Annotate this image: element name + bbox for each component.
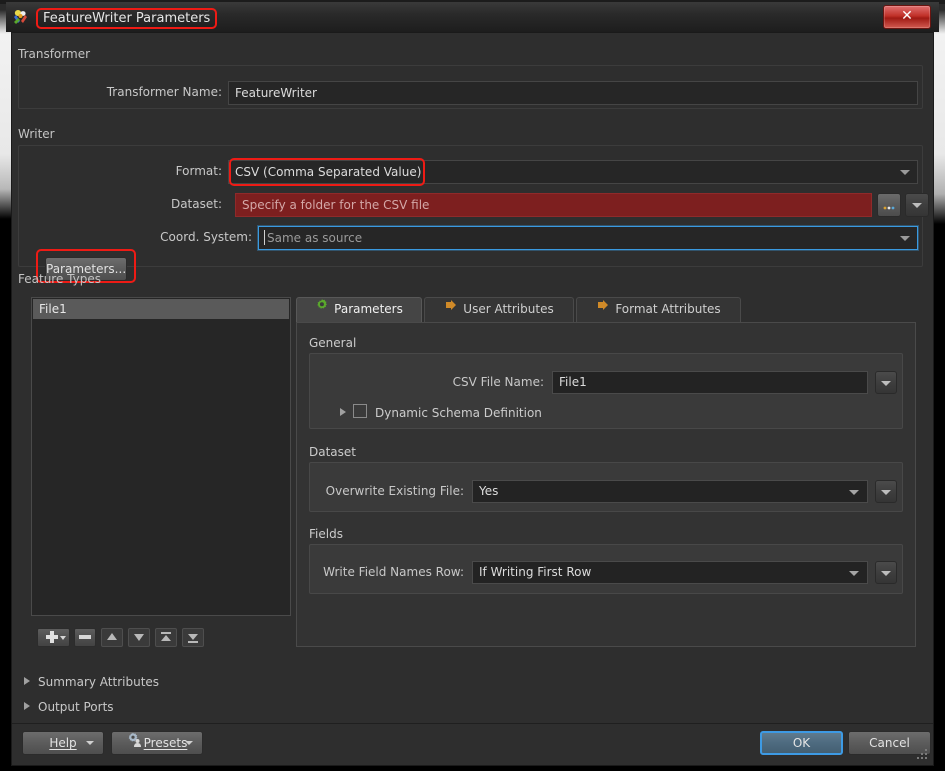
general-section-label: General [309,336,357,350]
csv-file-name-input[interactable]: File1 [552,371,868,394]
csv-file-name-label: CSV File Name: [452,375,544,389]
write-field-names-row-combobox[interactable]: If Writing First Row [472,561,868,584]
tab-strip: Parameters User Attributes Format Attrib… [296,297,916,323]
presets-button[interactable]: Presets [111,731,203,755]
dynamic-schema-label: Dynamic Schema Definition [375,406,542,420]
overwrite-existing-file-combobox[interactable]: Yes [472,480,868,503]
overwrite-existing-file-label: Overwrite Existing File: [325,484,464,498]
chevron-down-icon [900,236,910,241]
coord-system-value: Same as source [267,231,363,245]
format-value-highlight [229,158,425,186]
green-gear-icon [315,297,329,320]
tab-parameters-label: Parameters [334,302,403,316]
ok-button[interactable]: OK [760,731,843,755]
window-frame-bottom [0,766,945,771]
feature-types-list[interactable]: File1 [31,297,291,616]
dataset-browse-button[interactable] [877,193,901,217]
window-frame-right [934,4,945,769]
overwrite-existing-file-dropdown-button[interactable] [875,480,897,503]
writer-group-label: Writer [18,127,55,141]
dialog-body: Transformer Transformer Name: FeatureWri… [11,32,934,766]
remove-feature-type-button[interactable] [74,628,96,647]
dynamic-schema-checkbox[interactable] [353,404,367,418]
move-up-button[interactable] [101,628,123,647]
feature-types-group-label: Feature Types [18,272,101,286]
dataset-input[interactable]: Specify a folder for the CSV file [235,193,872,217]
fme-app-icon [12,8,30,26]
move-to-top-button[interactable] [155,628,177,647]
chevron-down-icon [900,170,910,175]
orange-arrow-icon [444,297,458,320]
coord-system-label: Coord. System: [160,230,252,244]
transformer-name-input[interactable]: FeatureWriter [228,81,918,105]
dataset-label: Dataset: [170,197,222,211]
footer-divider [12,723,933,724]
format-label: Format: [175,164,222,178]
move-to-bottom-button[interactable] [182,628,204,647]
summary-attributes-expand-icon[interactable] [24,677,30,685]
text-caret [264,230,265,245]
presets-button-label: Presets [143,736,188,750]
chevron-down-icon [912,203,922,208]
chevron-down-icon [849,570,859,576]
tab-parameters[interactable]: Parameters [296,297,422,322]
orange-arrow-icon [596,297,610,320]
help-button[interactable]: Help [22,731,104,755]
chevron-down-icon [849,489,859,495]
transformer-group-label: Transformer [18,47,91,61]
summary-attributes-row[interactable]: Summary Attributes [38,675,159,689]
window-title: FeatureWriter Parameters [36,8,218,29]
output-ports-row[interactable]: Output Ports [38,700,114,714]
add-feature-type-button[interactable] [37,628,70,647]
presets-gear-user-icon [127,732,142,754]
dialog-window: FeatureWriter Parameters ✕ Transformer T… [0,0,945,771]
chevron-down-icon [185,741,193,745]
chevron-down-icon [881,570,891,576]
title-bar: FeatureWriter Parameters ✕ [6,2,939,32]
help-button-label: Help [49,736,77,750]
expand-arrow-icon[interactable] [340,408,346,416]
write-field-names-row-label: Write Field Names Row: [323,565,464,579]
resize-grip[interactable] [913,745,927,759]
window-frame-left [0,4,11,769]
write-field-names-row-dropdown-button[interactable] [875,561,897,584]
tab-user-attributes[interactable]: User Attributes [424,297,574,322]
chevron-down-icon [881,489,891,495]
tab-user-attributes-label: User Attributes [463,302,554,316]
fields-section-label: Fields [309,527,343,541]
tab-format-attributes[interactable]: Format Attributes [576,297,741,322]
overwrite-existing-file-value: Yes [479,484,499,498]
chevron-down-icon [881,380,891,386]
write-field-names-row-value: If Writing First Row [479,565,592,579]
close-button[interactable]: ✕ [883,5,931,29]
output-ports-expand-icon[interactable] [24,702,30,710]
tab-format-attributes-label: Format Attributes [615,302,721,316]
dataset-section-label: Dataset [309,445,356,459]
csv-file-name-dropdown-button[interactable] [875,371,897,394]
parameters-tab-panel: General CSV File Name: File1 Dynamic Sch… [296,322,916,647]
list-item[interactable]: File1 [33,299,289,319]
transformer-name-label: Transformer Name: [106,85,222,99]
move-down-button[interactable] [128,628,150,647]
dataset-dropdown-button[interactable] [905,193,929,217]
coord-system-combobox[interactable]: Same as source [258,226,918,250]
chevron-down-icon [86,741,94,745]
